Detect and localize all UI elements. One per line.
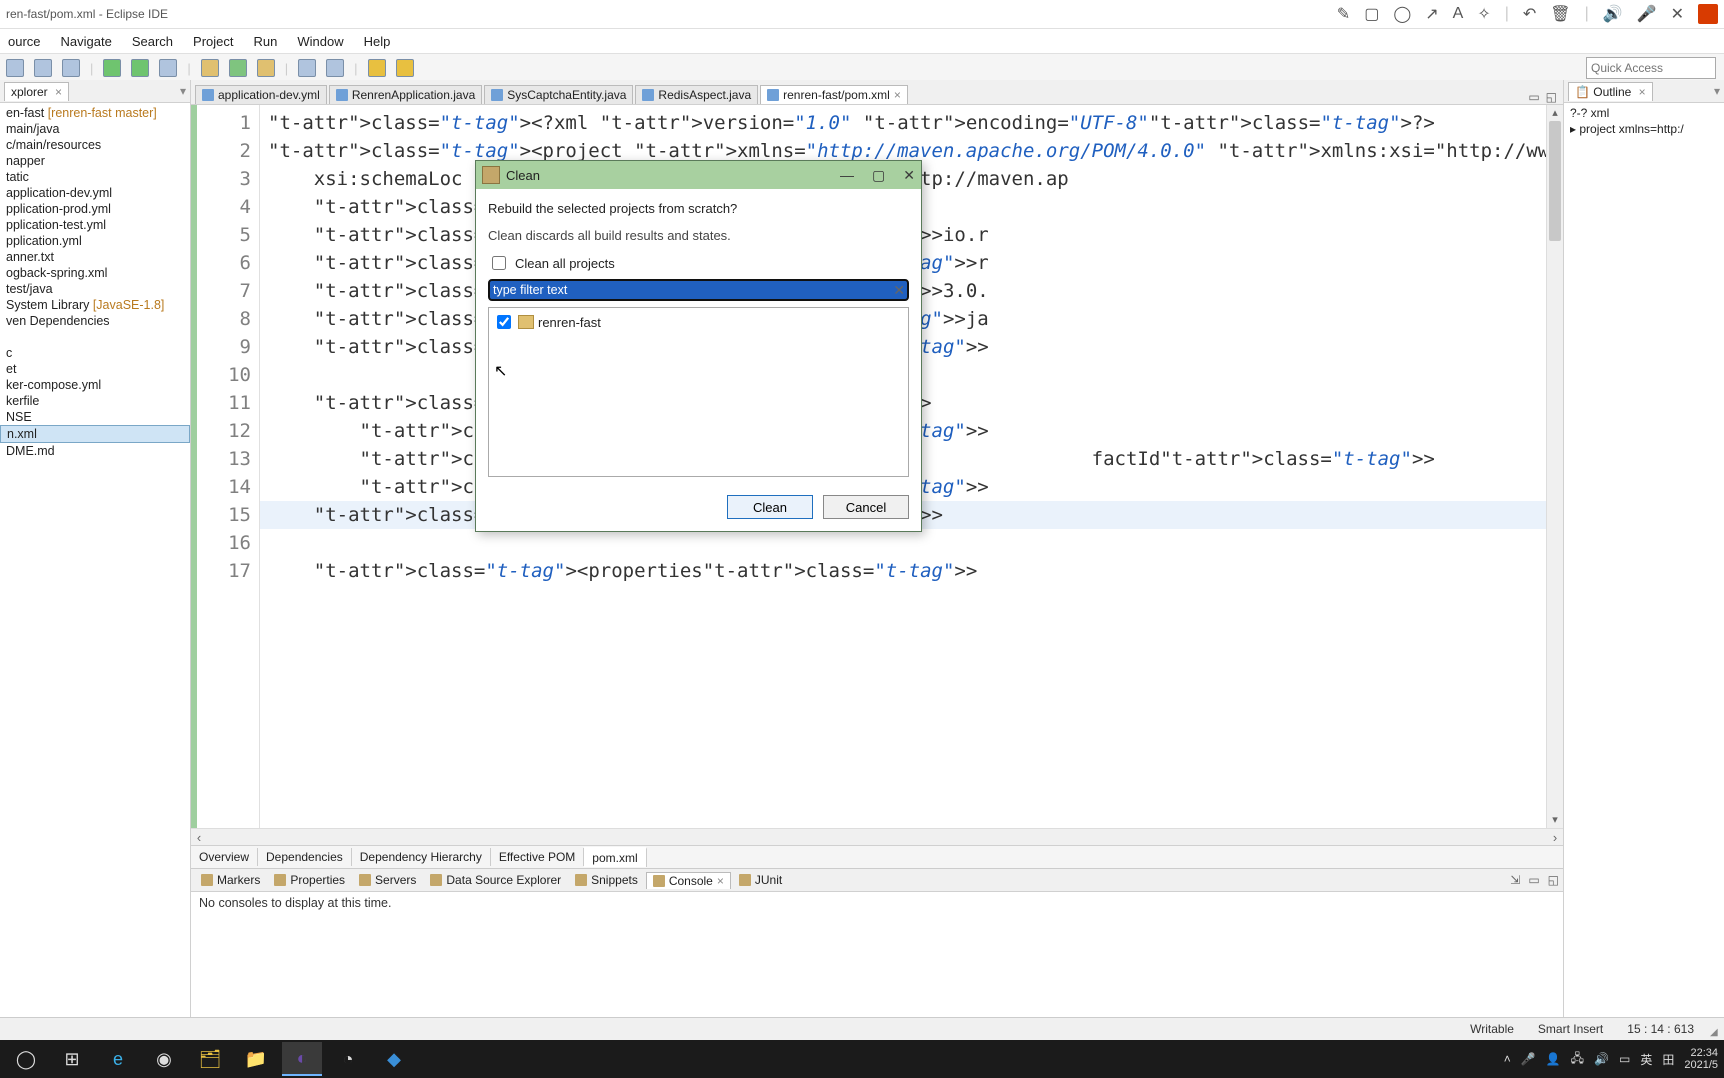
tray-mic-icon[interactable]: 🎤 bbox=[1521, 1052, 1536, 1066]
project-icon bbox=[518, 315, 534, 329]
tray-people-icon[interactable]: 👤 bbox=[1546, 1052, 1561, 1066]
close-icon[interactable]: ✕ bbox=[903, 167, 915, 184]
dialog-icon bbox=[482, 166, 500, 184]
dialog-title: Clean bbox=[506, 168, 540, 183]
tray-clock[interactable]: 22:34 2021/5 bbox=[1684, 1047, 1718, 1071]
edge-icon[interactable]: e bbox=[98, 1043, 138, 1075]
app2-icon[interactable]: ◆ bbox=[374, 1043, 414, 1075]
tray-ime[interactable]: 英 bbox=[1640, 1051, 1652, 1068]
clean-all-checkbox[interactable] bbox=[492, 256, 506, 270]
clean-dialog: Clean — ▢ ✕ Rebuild the selected project… bbox=[475, 160, 922, 532]
dialog-overlay: Clean — ▢ ✕ Rebuild the selected project… bbox=[0, 0, 1724, 1078]
clear-filter-icon[interactable]: ✕ bbox=[893, 282, 905, 299]
tray-volume-icon[interactable]: 🔊 bbox=[1594, 1052, 1609, 1066]
windows-taskbar: ◯ ⊞ e ◉ 🗂 📁 ◐ ◔ ◆ ˄ 🎤 👤 🖧 🔊 ▭ 英 田 22:34 … bbox=[0, 1040, 1724, 1078]
system-tray[interactable]: ˄ 🎤 👤 🖧 🔊 ▭ 英 田 22:34 2021/5 bbox=[1504, 1047, 1718, 1071]
project-name: renren-fast bbox=[538, 315, 601, 330]
tray-ime2[interactable]: 田 bbox=[1662, 1051, 1674, 1068]
folder-icon[interactable]: 📁 bbox=[236, 1043, 276, 1075]
clean-all-checkbox-row[interactable]: Clean all projects bbox=[488, 253, 909, 273]
chevron-up-icon[interactable]: ˄ bbox=[1504, 1052, 1511, 1066]
minimize-icon[interactable]: — bbox=[840, 167, 854, 184]
fileexplorer-icon[interactable]: 🗂 bbox=[190, 1043, 230, 1075]
dialog-titlebar[interactable]: Clean — ▢ ✕ bbox=[476, 161, 921, 189]
filter-input[interactable] bbox=[488, 279, 909, 301]
dialog-subtext: Clean discards all build results and sta… bbox=[488, 228, 909, 243]
chrome-icon[interactable]: ◉ bbox=[144, 1043, 184, 1075]
project-list[interactable]: renren-fast bbox=[488, 307, 909, 477]
taskview-button[interactable]: ⊞ bbox=[52, 1043, 92, 1075]
start-button[interactable]: ◯ bbox=[6, 1043, 46, 1075]
maximize-icon[interactable]: ▢ bbox=[872, 167, 885, 184]
tray-net-icon[interactable]: 🖧 bbox=[1571, 1049, 1584, 1070]
clean-all-label: Clean all projects bbox=[515, 256, 615, 271]
eclipse-icon[interactable]: ◐ bbox=[282, 1042, 322, 1076]
app1-icon[interactable]: ◔ bbox=[328, 1043, 368, 1075]
clean-button[interactable]: Clean bbox=[727, 495, 813, 519]
project-checkbox[interactable] bbox=[497, 315, 511, 329]
cancel-button[interactable]: Cancel bbox=[823, 495, 909, 519]
tray-battery-icon[interactable]: ▭ bbox=[1619, 1052, 1630, 1066]
dialog-question: Rebuild the selected projects from scrat… bbox=[488, 201, 909, 216]
project-list-item[interactable]: renren-fast bbox=[493, 312, 904, 332]
